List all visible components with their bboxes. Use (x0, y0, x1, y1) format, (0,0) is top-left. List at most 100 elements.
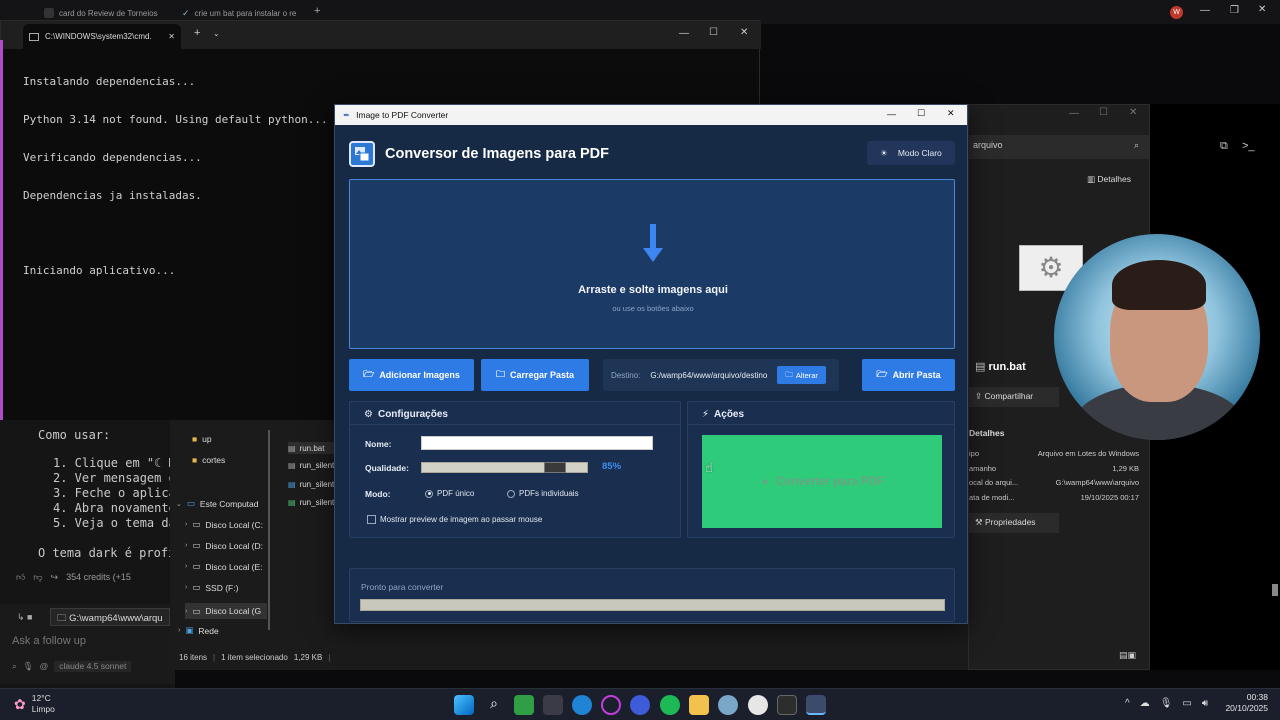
file-row[interactable]: ▤ run_silent (288, 480, 334, 489)
convert-button[interactable]: ✦ Converter para PDF (702, 435, 942, 528)
close-icon[interactable]: ✕ (740, 27, 748, 38)
sparkle-icon: ✦ (760, 476, 770, 489)
followup-input[interactable]: Ask a follow up (12, 635, 86, 647)
tab-label: card do Review de Torneios (59, 8, 158, 18)
drive-icon: ▭ (192, 540, 201, 550)
share-icon[interactable]: ↪ (51, 572, 59, 583)
tree-item-drive[interactable]: › ▭ Disco Local (C: (185, 519, 263, 530)
theme-toggle-button[interactable]: ☀ Modo Claro (867, 141, 955, 165)
drop-zone[interactable]: Arraste e solte imagens aqui ou use os b… (349, 179, 955, 349)
details-toggle[interactable]: ▥ Detalhes (1087, 174, 1131, 185)
python-app-icon[interactable] (806, 695, 826, 715)
maximize-icon[interactable]: ☐ (1099, 107, 1108, 118)
mic-icon[interactable]: 🎙︎ (1160, 698, 1173, 709)
name-input[interactable] (421, 436, 653, 450)
weather-widget[interactable]: ✿ 12°C Limpo (14, 693, 55, 715)
folder-open-icon: 🗁︎ (363, 369, 375, 379)
maximize-icon[interactable]: ☐ (917, 108, 925, 119)
minimize-icon[interactable]: — (1069, 108, 1079, 119)
new-tab-icon[interactable]: + (314, 5, 320, 17)
app-icon[interactable] (630, 695, 650, 715)
terminal-icon[interactable] (777, 695, 797, 715)
chatgpt-icon[interactable] (748, 695, 768, 715)
terminal-prompt-icon[interactable]: >_ (1242, 140, 1255, 152)
path-chip[interactable]: 🗀︎ G:\wamp64\www\arqu (50, 608, 170, 626)
network-icon: ▣ (185, 625, 194, 635)
app-icon[interactable] (543, 695, 563, 715)
close-icon[interactable]: ✕ (1258, 4, 1266, 15)
share-button[interactable]: ⇪ Compartilhar (969, 387, 1059, 407)
close-icon[interactable]: ✕ (947, 108, 955, 119)
tree-item-drive[interactable]: › ▭ Disco Local (E: (185, 561, 263, 572)
mode-radio-individual[interactable]: PDFs individuais (507, 489, 579, 498)
maximize-icon[interactable]: ☐ (709, 27, 718, 38)
converter-window: ✒ Image to PDF Converter — ☐ ✕ Conversor… (334, 104, 968, 624)
xbox-icon[interactable] (514, 695, 534, 715)
quality-slider[interactable] (421, 462, 588, 473)
file-row[interactable]: ▤ run_silent (288, 461, 334, 470)
app-icon[interactable] (718, 695, 738, 715)
tree-item[interactable]: ■ cortes (192, 455, 225, 465)
terminal-tabbar: C:\WINDOWS\system32\cmd. ✕ + ⌄ — ☐ ✕ (1, 21, 761, 49)
change-destination-button[interactable]: 🗀︎ Alterar (777, 366, 826, 384)
cloud-icon[interactable]: ☁ (1140, 698, 1150, 709)
thumbs-down-icon[interactable]: 👎︎ (33, 572, 42, 583)
open-folder-button[interactable]: 🗁︎ Abrir Pasta (862, 359, 955, 391)
start-icon[interactable] (454, 695, 474, 715)
volume-icon[interactable]: 🔊︎ (1202, 698, 1208, 709)
mention-icon[interactable]: @ (40, 661, 49, 672)
folder-icon: 🗀︎ (57, 613, 70, 624)
tree-label: up (202, 434, 212, 444)
minimize-icon[interactable]: — (887, 109, 896, 119)
tree-item-network[interactable]: › ▣ Rede (178, 625, 219, 636)
clock[interactable]: 00:38 20/10/2025 (1218, 692, 1268, 714)
preview-checkbox[interactable]: Mostrar preview de imagem ao passar mous… (367, 515, 542, 524)
edge-icon[interactable] (572, 695, 592, 715)
file-explorer-icon[interactable] (689, 695, 709, 715)
scrollbar-thumb[interactable] (1272, 584, 1278, 596)
search-icon[interactable]: ⌕ (1134, 140, 1139, 151)
close-tab-icon[interactable]: ✕ (168, 32, 175, 41)
bat-file-icon: ▤ (288, 461, 296, 470)
file-row[interactable]: ▤ run.bat (288, 442, 334, 454)
add-images-button[interactable]: 🗁︎ Adicionar Imagens (349, 359, 474, 391)
chevron-down-icon[interactable]: ⌄ (213, 29, 220, 38)
view-toggle-icon[interactable]: ▤▣ (1119, 650, 1136, 661)
weather-icon: ✿ (14, 695, 26, 712)
search-box[interactable]: arquivo ⌕ (969, 135, 1149, 159)
terminal-tab[interactable]: C:\WINDOWS\system32\cmd. ✕ (23, 24, 181, 49)
mode-radio-single[interactable]: PDF único (425, 489, 474, 498)
splitter[interactable] (268, 430, 270, 630)
maximize-icon[interactable]: ❐ (1230, 5, 1239, 16)
search-icon[interactable]: ⌕ (484, 695, 504, 715)
minimize-icon[interactable]: — (1200, 5, 1210, 16)
chevron-up-icon[interactable]: ^ (1125, 698, 1130, 709)
network-icon[interactable]: ▭ (1182, 698, 1191, 709)
spotify-icon[interactable] (660, 695, 680, 715)
avatar[interactable]: W (1170, 6, 1183, 19)
chevron-right-icon: › (185, 563, 188, 570)
tree-item-this-pc[interactable]: ⌄ ▭ Este Computad (176, 498, 259, 509)
minimize-icon[interactable]: — (679, 28, 689, 39)
mic-icon[interactable]: 🎙︎ (23, 661, 34, 672)
file-row[interactable]: ▤ run_silent (288, 498, 334, 507)
drive-icon: ▭ (192, 519, 201, 529)
opera-icon[interactable] (601, 695, 621, 715)
tree-item-drive[interactable]: › ▭ Disco Local (D: (185, 540, 263, 551)
close-icon[interactable]: ✕ (1129, 107, 1137, 118)
thumbs-up-icon[interactable]: 👍︎ (16, 572, 25, 583)
tree-item-drive-selected[interactable]: › ▭ Disco Local (G (185, 603, 267, 619)
properties-button[interactable]: ⚒ Propriedades (969, 513, 1059, 533)
tree-item[interactable]: ■ up (192, 434, 212, 444)
quality-slider-thumb[interactable] (544, 462, 566, 473)
tab-label: crie um bat para instalar o re (194, 8, 297, 18)
stop-icon[interactable]: ↳ ■ (17, 612, 32, 623)
load-folder-button[interactable]: 🗀︎ Carregar Pasta (481, 359, 589, 391)
attach-icon[interactable]: ⌕ (12, 661, 17, 672)
model-selector[interactable]: claude 4.5 sonnet (54, 661, 132, 672)
copy-icon[interactable]: ⧉ (1220, 140, 1228, 153)
chat-heading: Como usar: (38, 428, 111, 442)
new-tab-icon[interactable]: + (194, 27, 200, 39)
tree-item-drive[interactable]: › ▭ SSD (F:) (185, 582, 238, 593)
detail-key: ata de modi... (969, 492, 1015, 502)
